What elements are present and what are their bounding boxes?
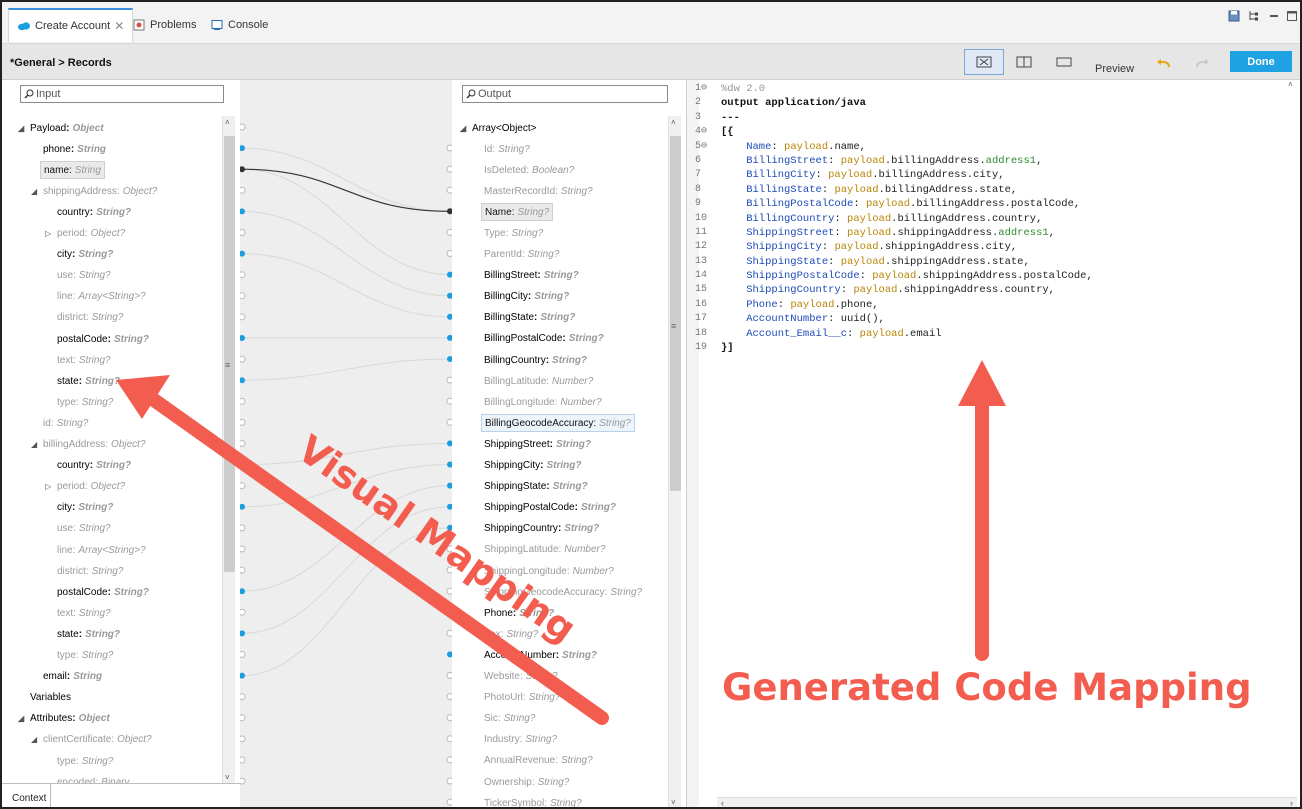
- generated-code-label: Generated Code Mapping: [722, 666, 1252, 709]
- app-window: Create Account ✕ Problems Console *Gener…: [0, 0, 1302, 809]
- generated-code-arrow: [958, 360, 1006, 661]
- visual-mapping-arrow: [116, 375, 609, 725]
